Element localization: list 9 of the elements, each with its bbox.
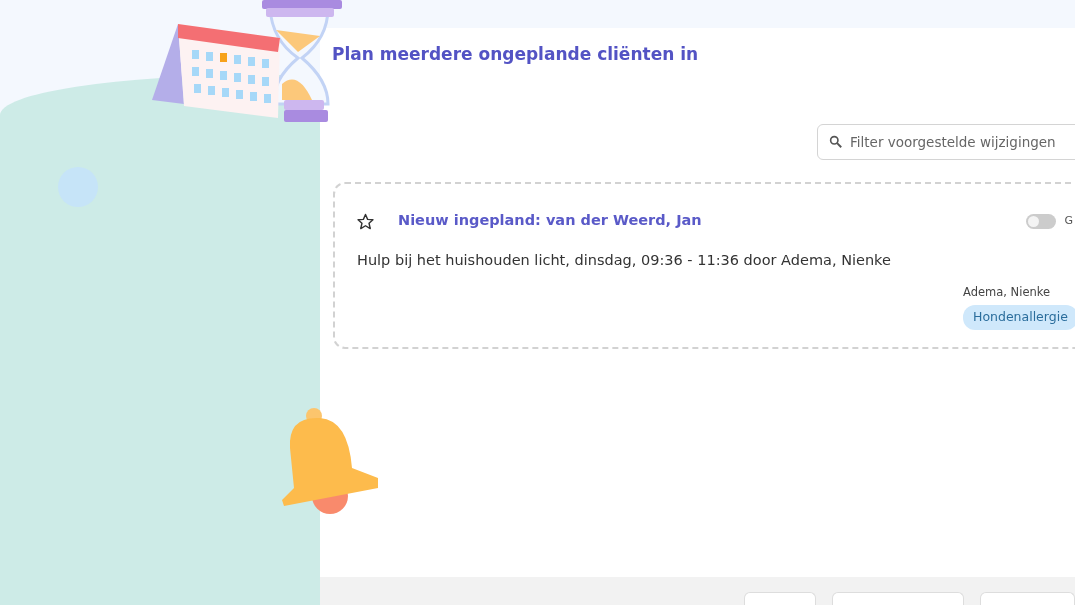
star-icon[interactable] (357, 212, 374, 230)
tag-pill: Hondenallergie (963, 305, 1075, 330)
suggestion-title: Nieuw ingepland: van der Weerd, Jan (398, 211, 702, 231)
filter-field[interactable]: Filter voorgestelde wijzigingen (817, 124, 1075, 161)
toggle-label: G (1064, 213, 1073, 229)
assignee-name: Adema, Nienke (963, 283, 1052, 301)
toggle-switch[interactable] (1026, 213, 1057, 229)
suggestion-description: Hulp bij het huishouden licht, dinsdag, 09:36 - 11:36 door Adema, Nienke (357, 251, 892, 271)
dialog-title: Plan meerdere ongeplande cliënten in (332, 44, 700, 65)
